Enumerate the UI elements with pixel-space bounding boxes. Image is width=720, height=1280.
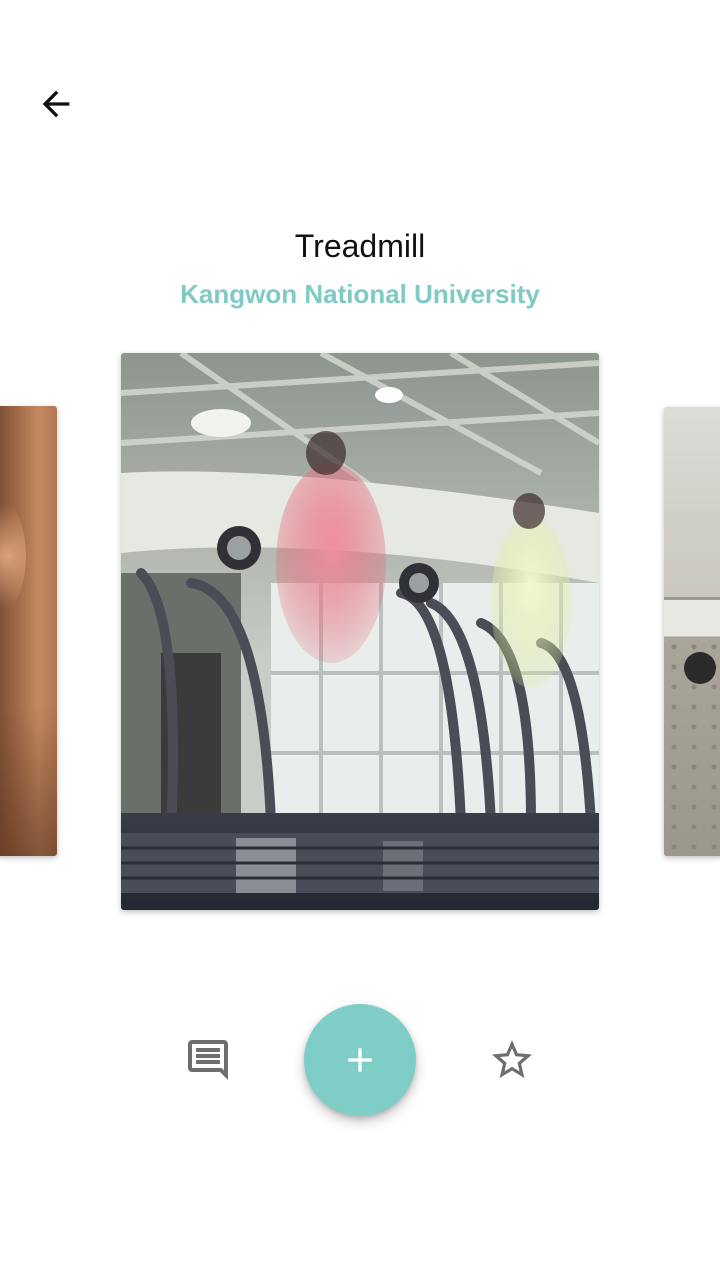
treadmill-gym-photo	[121, 353, 599, 910]
add-button[interactable]	[304, 1004, 416, 1116]
item-title: Treadmill	[294, 228, 426, 264]
comment-icon	[188, 1040, 228, 1080]
action-bar	[0, 1004, 720, 1116]
screen: Treadmill Kangwon National University	[0, 0, 720, 1280]
plus-icon	[348, 1048, 372, 1072]
star-outline-icon	[492, 1040, 532, 1078]
comment-button[interactable]	[176, 1028, 240, 1092]
carousel-card-current[interactable]	[121, 353, 599, 910]
carousel-card-previous[interactable]	[0, 406, 57, 856]
carousel-card-next[interactable]	[664, 407, 720, 856]
back-button[interactable]	[24, 72, 88, 136]
arrow-left-icon	[42, 90, 70, 118]
portrait-photo	[0, 496, 26, 616]
favorite-button[interactable]	[480, 1028, 544, 1092]
item-location[interactable]: Kangwon National University	[0, 274, 720, 314]
